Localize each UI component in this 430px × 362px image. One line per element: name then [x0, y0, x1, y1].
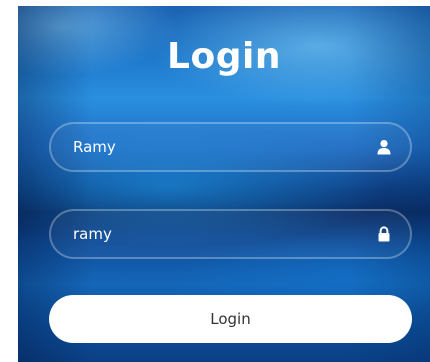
user-icon — [377, 140, 391, 155]
password-field[interactable] — [49, 209, 412, 259]
username-field[interactable] — [49, 122, 412, 172]
username-input[interactable] — [51, 124, 410, 170]
login-title: Login — [167, 36, 281, 77]
password-input[interactable] — [51, 211, 410, 257]
login-background: Login Login — [18, 6, 430, 362]
lock-icon — [378, 226, 390, 242]
login-button[interactable]: Login — [49, 295, 412, 343]
